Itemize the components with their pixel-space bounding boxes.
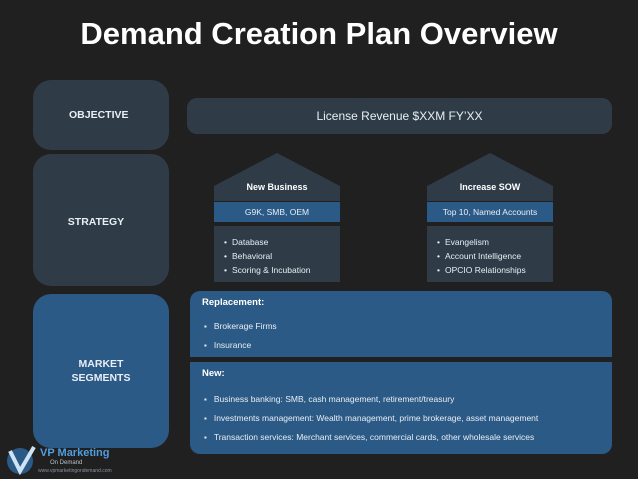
replacement-segment: Replacement: Brokerage Firms Insurance (190, 291, 612, 357)
new-business-roof (214, 153, 340, 201)
objective-label: OBJECTIVE (69, 109, 129, 121)
logo-name: VP Marketing (40, 447, 110, 459)
increase-sow-list: Evangelism Account Intelligence OPCIO Re… (427, 226, 553, 282)
increase-sow-roof (427, 153, 553, 201)
page-title: Demand Creation Plan Overview (80, 16, 558, 51)
list-item: Business banking: SMB, cash management, … (202, 390, 612, 409)
list-item: Behavioral (224, 249, 340, 263)
new-title: New: (202, 368, 225, 379)
new-business-subtitle: G9K, SMB, OEM (214, 202, 340, 222)
market-segments-label-box: MARKET SEGMENTS (33, 294, 169, 448)
list-item: Database (224, 235, 340, 249)
increase-sow-subtitle: Top 10, Named Accounts (427, 202, 553, 222)
list-item: OPCIO Relationships (437, 263, 553, 277)
list-item: Investments management: Wealth managemen… (202, 409, 612, 428)
objective-label-box: OBJECTIVE (33, 80, 169, 150)
new-segment: New: Business banking: SMB, cash managem… (190, 362, 612, 454)
list-item: Brokerage Firms (202, 317, 612, 336)
strategy-label: STRATEGY (67, 216, 125, 228)
replacement-title: Replacement: (202, 297, 265, 308)
strategy-label-box: STRATEGY (33, 154, 169, 286)
list-item: Account Intelligence (437, 249, 553, 263)
list-item: Insurance (202, 336, 612, 355)
list-item: Transaction services: Merchant services,… (202, 428, 612, 447)
market-label-line1: MARKET (78, 358, 124, 370)
objective-text: License Revenue $XXM FY’XX (316, 109, 483, 123)
logo-sub: On Demand (50, 460, 83, 466)
increase-sow-label: Increase SOW (459, 182, 521, 192)
list-item: Scoring & Incubation (224, 263, 340, 277)
new-business-label: New Business (246, 182, 308, 192)
objective-bar: License Revenue $XXM FY’XX (187, 98, 612, 134)
logo-url: www.vpmarketingondemand.com (38, 468, 112, 474)
new-business-list: Database Behavioral Scoring & Incubation (214, 226, 340, 282)
market-label-line2: SEGMENTS (71, 372, 131, 384)
list-item: Evangelism (437, 235, 553, 249)
